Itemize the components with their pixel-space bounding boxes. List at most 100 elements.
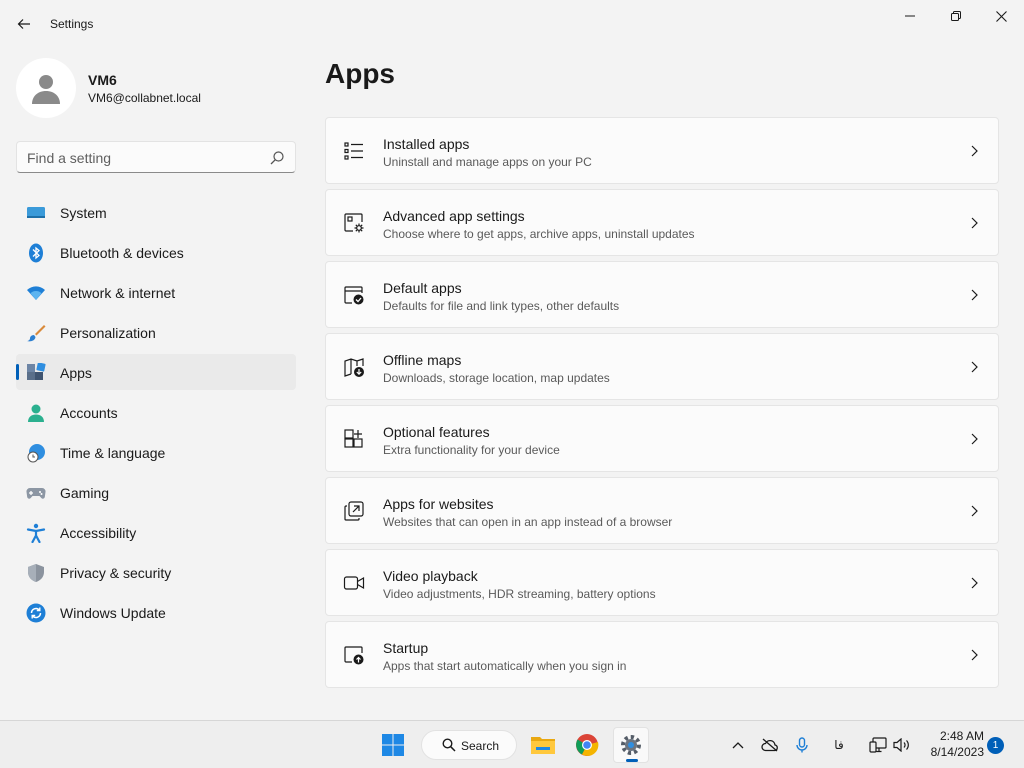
search-icon[interactable] [269, 150, 285, 166]
chrome-button[interactable] [569, 727, 605, 763]
sidebar-item-label: Accessibility [60, 525, 137, 541]
card-subtitle: Websites that can open in an app instead… [383, 515, 673, 529]
chevron-right-icon [971, 505, 978, 517]
clock-date: 8/14/2023 [930, 745, 984, 759]
restore-button[interactable] [933, 0, 979, 32]
apps-icon [27, 363, 46, 380]
chevron-up-icon [732, 742, 744, 749]
taskbar-search[interactable]: Search [421, 730, 517, 760]
window-title: Settings [50, 17, 94, 31]
list-icon [344, 142, 363, 160]
search-icon [442, 738, 456, 752]
profile-name: VM6 [88, 72, 117, 88]
close-button[interactable] [978, 0, 1024, 32]
title-bar: Settings [0, 0, 1024, 48]
sidebar-item-label: Time & language [60, 445, 166, 461]
windows-logo-icon [382, 734, 404, 756]
card-startup[interactable]: Startup Apps that start automatically wh… [325, 621, 999, 688]
sidebar-item-privacy[interactable]: Privacy & security [16, 554, 296, 590]
microphone-status[interactable] [792, 733, 812, 757]
sidebar-item-label: Privacy & security [60, 565, 172, 581]
sidebar-item-label: Apps [60, 365, 92, 381]
sidebar-item-apps[interactable]: Apps [16, 354, 296, 390]
card-installed-apps[interactable]: Installed apps Uninstall and manage apps… [325, 117, 999, 184]
show-hidden-icons-button[interactable] [728, 733, 748, 757]
file-explorer-button[interactable] [525, 727, 561, 763]
sidebar-item-label: Network & internet [60, 285, 176, 301]
network-status[interactable] [866, 733, 890, 757]
card-video-playback[interactable]: Video playback Video adjustments, HDR st… [325, 549, 999, 616]
volume-status[interactable] [891, 733, 911, 757]
search-input[interactable] [27, 148, 257, 168]
sidebar-item-bluetooth[interactable]: Bluetooth & devices [16, 234, 296, 270]
taskbar-clock[interactable]: 2:48 AM 8/14/2023 [918, 728, 984, 760]
sidebar-item-accounts[interactable]: Accounts [16, 394, 296, 430]
person-icon [28, 404, 44, 422]
add-grid-icon [344, 429, 363, 448]
close-icon [995, 10, 1007, 22]
sidebar-item-label: Accounts [60, 405, 118, 421]
folder-icon [531, 737, 555, 754]
sidebar-item-system[interactable]: System [16, 194, 296, 230]
card-subtitle: Uninstall and manage apps on your PC [383, 155, 592, 169]
card-optional-features[interactable]: Optional features Extra functionality fo… [325, 405, 999, 472]
card-subtitle: Defaults for file and link types, other … [383, 299, 620, 313]
settings-search[interactable] [16, 141, 296, 173]
card-title: Default apps [383, 280, 462, 296]
back-arrow-icon [17, 19, 30, 29]
sidebar-nav: System Bluetooth & devices Network & int… [16, 194, 296, 634]
chevron-right-icon [971, 145, 978, 157]
card-subtitle: Extra functionality for your device [383, 443, 560, 457]
card-subtitle: Choose where to get apps, archive apps, … [383, 227, 695, 241]
user-profile[interactable]: VM6 VM6@collabnet.local [16, 58, 306, 118]
profile-email: VM6@collabnet.local [88, 91, 201, 105]
chevron-right-icon [971, 217, 978, 229]
card-apps-for-websites[interactable]: Apps for websites Websites that can open… [325, 477, 999, 544]
monitor-icon [27, 207, 45, 218]
map-download-icon [344, 358, 364, 377]
brush-icon [27, 325, 46, 342]
input-language-indicator[interactable]: فا [826, 733, 852, 757]
card-advanced-app-settings[interactable]: Advanced app settings Choose where to ge… [325, 189, 999, 256]
sidebar-item-time-language[interactable]: Time & language [16, 434, 296, 470]
taskbar-search-label: Search [461, 739, 500, 753]
settings-app-button[interactable] [613, 727, 649, 763]
speaker-icon [892, 738, 909, 752]
sidebar-item-label: Personalization [60, 325, 156, 341]
card-offline-maps[interactable]: Offline maps Downloads, storage location… [325, 333, 999, 400]
wifi-icon [27, 286, 45, 300]
settings-card-list: Installed apps Uninstall and manage apps… [325, 117, 999, 693]
onedrive-status[interactable] [759, 733, 781, 757]
card-title: Apps for websites [383, 496, 494, 512]
microphone-icon [796, 737, 808, 753]
sidebar-item-network[interactable]: Network & internet [16, 274, 296, 310]
chevron-right-icon [971, 577, 978, 589]
card-title: Optional features [383, 424, 490, 440]
minimize-button[interactable] [887, 0, 933, 32]
notification-badge[interactable]: 1 [987, 737, 1004, 754]
minimize-icon [905, 15, 915, 17]
card-title: Startup [383, 640, 429, 656]
gear-icon [621, 735, 641, 755]
sidebar-item-label: Gaming [60, 485, 110, 501]
start-button[interactable] [375, 727, 411, 763]
taskbar: Search فا 2:48 AM 8/14/2023 1 [0, 720, 1024, 768]
sidebar-item-personalization[interactable]: Personalization [16, 314, 296, 350]
default-check-icon [344, 286, 364, 305]
sidebar-item-label: Bluetooth & devices [60, 245, 184, 261]
card-title: Offline maps [383, 352, 462, 368]
sidebar-item-windows-update[interactable]: Windows Update [16, 594, 296, 630]
card-default-apps[interactable]: Default apps Defaults for file and link … [325, 261, 999, 328]
card-subtitle: Downloads, storage location, map updates [383, 371, 610, 385]
cloud-offline-icon [761, 738, 778, 752]
sidebar-item-gaming[interactable]: Gaming [16, 474, 296, 510]
sidebar-item-accessibility[interactable]: Accessibility [16, 514, 296, 550]
avatar [16, 58, 76, 118]
open-in-app-icon [344, 501, 364, 521]
back-button[interactable] [10, 10, 38, 38]
shield-icon [28, 564, 44, 582]
app-gear-icon [344, 213, 364, 233]
accessibility-icon [26, 523, 46, 543]
chevron-right-icon [971, 649, 978, 661]
chevron-right-icon [971, 289, 978, 301]
